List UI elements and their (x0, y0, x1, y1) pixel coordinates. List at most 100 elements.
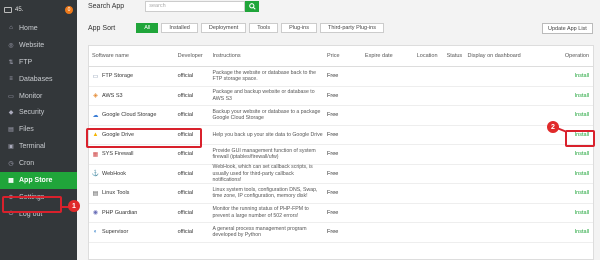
terminal-icon: ▣ (8, 144, 14, 151)
store-icon: ▦ (8, 177, 14, 184)
instructions-cell: Backup your website or database to a pac… (212, 108, 321, 122)
software-name: Google Cloud Storage (102, 112, 157, 119)
dashboard-cell (465, 126, 549, 145)
sort-chip-all[interactable]: All (136, 23, 159, 33)
sidebar-item-ftp[interactable]: ⇅ FTP (0, 54, 77, 71)
software-name-cell[interactable]: ☁ Google Cloud Storage (89, 106, 175, 125)
developer-cell: official (177, 112, 194, 119)
price-cell: Free (327, 112, 339, 119)
status-cell (444, 145, 465, 164)
software-name-cell[interactable]: ⚓ WebHook (89, 165, 175, 184)
install-button[interactable]: Install (548, 223, 593, 242)
ftp-storage-icon: ▭ (92, 73, 99, 80)
install-button[interactable]: Install (548, 184, 593, 203)
developer-cell: official (177, 190, 194, 197)
table-row: ◈ AWS S3 official Package and backup websit… (89, 87, 593, 106)
location-cell (414, 87, 444, 106)
sidebar-item-website[interactable]: ◎ Website (0, 37, 77, 54)
price-cell: Free (327, 131, 339, 138)
sidebar-item-databases[interactable]: ≡ Databases (0, 71, 77, 88)
install-button[interactable]: Install (548, 204, 593, 223)
step-marker-1: 1 (68, 200, 80, 212)
sidebar-item-home[interactable]: ⌂ Home (0, 20, 77, 37)
dashboard-cell (465, 106, 549, 125)
sidebar-item-label: Website (19, 41, 45, 49)
developer-cell: official (177, 170, 194, 177)
sort-chip-deployment[interactable]: Deployment (200, 23, 247, 33)
sidebar-item-monitor[interactable]: ▭ Monitor (0, 88, 77, 105)
sidebar-item-cron[interactable]: ◷ Cron (0, 155, 77, 172)
expire-date-cell (362, 145, 414, 164)
search-input[interactable]: search (145, 0, 246, 12)
instructions-cell: Package the website or database back to … (212, 69, 317, 83)
sidebar-item-terminal[interactable]: ▣ Terminal (0, 138, 77, 155)
monitor-icon (4, 7, 12, 13)
software-name-cell[interactable]: ▭ FTP Storage (89, 67, 175, 86)
table-row: ☁ Google Cloud Storage official Backup your… (89, 106, 593, 126)
instructions-cell: Monitor the running status of PHP-FPM to… (212, 206, 309, 219)
dashboard-cell (465, 184, 549, 203)
sidebar-item-label: Home (19, 24, 38, 32)
update-app-list-button[interactable]: Update App List (542, 23, 593, 34)
dashboard-cell (465, 204, 549, 223)
webhook-icon: ⚓ (91, 171, 100, 178)
expire-date-cell (362, 204, 414, 223)
header-software-name[interactable]: Software name (89, 46, 175, 66)
server-label: 45. (15, 7, 24, 13)
sidebar-item-security[interactable]: ◆ Security (0, 104, 77, 121)
sidebar-item-app-store[interactable]: ▦ App Store (0, 172, 77, 189)
software-name-cell[interactable]: ◐ Supervisor (89, 223, 175, 242)
install-button[interactable]: Install (548, 145, 593, 164)
sort-chip-third-party-plug-ins[interactable]: Third-party Plug-ins (319, 23, 384, 33)
app-table: Software name Developer Instructions Pri… (88, 45, 594, 260)
install-button[interactable]: Install (548, 165, 593, 184)
dashboard-cell (465, 67, 549, 86)
status-cell (444, 204, 465, 223)
status-cell (444, 165, 465, 184)
install-button[interactable]: Install (548, 87, 593, 106)
app-root: 45. 0 ⌂ Home ◎ Website ⇅ FTP ≡ Databases ▭ Monito… (0, 0, 600, 260)
header-location: Location (416, 53, 438, 59)
ftp-icon: ⇅ (8, 59, 14, 66)
price-cell: Free (327, 229, 339, 236)
dashboard-cell (465, 87, 549, 106)
sidebar-item-label: Terminal (19, 143, 46, 151)
install-button[interactable]: Install (548, 67, 593, 86)
developer-cell: official (177, 229, 194, 236)
developer-cell: official (177, 73, 194, 80)
step-marker-2: 2 (547, 121, 559, 133)
sort-chip-tools[interactable]: Tools (249, 23, 279, 33)
location-cell (414, 126, 444, 145)
price-cell: Free (327, 170, 339, 177)
software-name-cell[interactable]: ◈ AWS S3 (89, 87, 175, 106)
location-cell (414, 223, 444, 242)
dashboard-cell (465, 145, 549, 164)
header-price[interactable]: Price (324, 46, 362, 66)
software-name-cell[interactable]: ◉ PHP Guardian (89, 204, 175, 223)
software-name: FTP Storage (102, 73, 134, 80)
search-icon (248, 2, 256, 10)
price-cell: Free (327, 92, 339, 99)
sort-chip-plug-ins[interactable]: Plug-ins (281, 23, 317, 33)
sidebar-item-files[interactable]: ▤ Files (0, 121, 77, 138)
sidebar-item-label: Monitor (19, 92, 43, 100)
instructions-cell: Linux system tools, configuration DNS, S… (212, 186, 318, 200)
instructions-cell: WebHook, which can set callback scripts,… (212, 164, 313, 183)
sort-chip-installed[interactable]: Installed (161, 23, 198, 33)
price-cell: Free (327, 151, 339, 158)
instructions-cell: Provide GUI management function of syste… (212, 147, 316, 161)
highlight-install-button (565, 130, 595, 147)
header-display-dashboard: Display on dashboard (467, 52, 521, 59)
sidebar-nav: ⌂ Home ◎ Website ⇅ FTP ≡ Databases ▭ Monitor ◆ Secu… (0, 20, 77, 223)
table-row: ◐ Supervisor official A general process man… (89, 223, 593, 243)
google-cloud-icon: ☁ (92, 112, 99, 119)
instructions-cell: Package and backup website or database t… (212, 89, 315, 102)
software-name-cell[interactable]: ▤ Linux Tools (89, 184, 175, 203)
search-button[interactable] (245, 0, 260, 12)
instructions-cell: Help you back up your site data to Googl… (212, 131, 323, 138)
notification-badge[interactable]: 0 (65, 6, 73, 14)
database-icon: ≡ (9, 76, 13, 83)
location-cell (414, 165, 444, 184)
firewall-icon: ▦ (92, 151, 99, 158)
table-row: ⚓ WebHook official WebHook, which can set c… (89, 164, 593, 184)
